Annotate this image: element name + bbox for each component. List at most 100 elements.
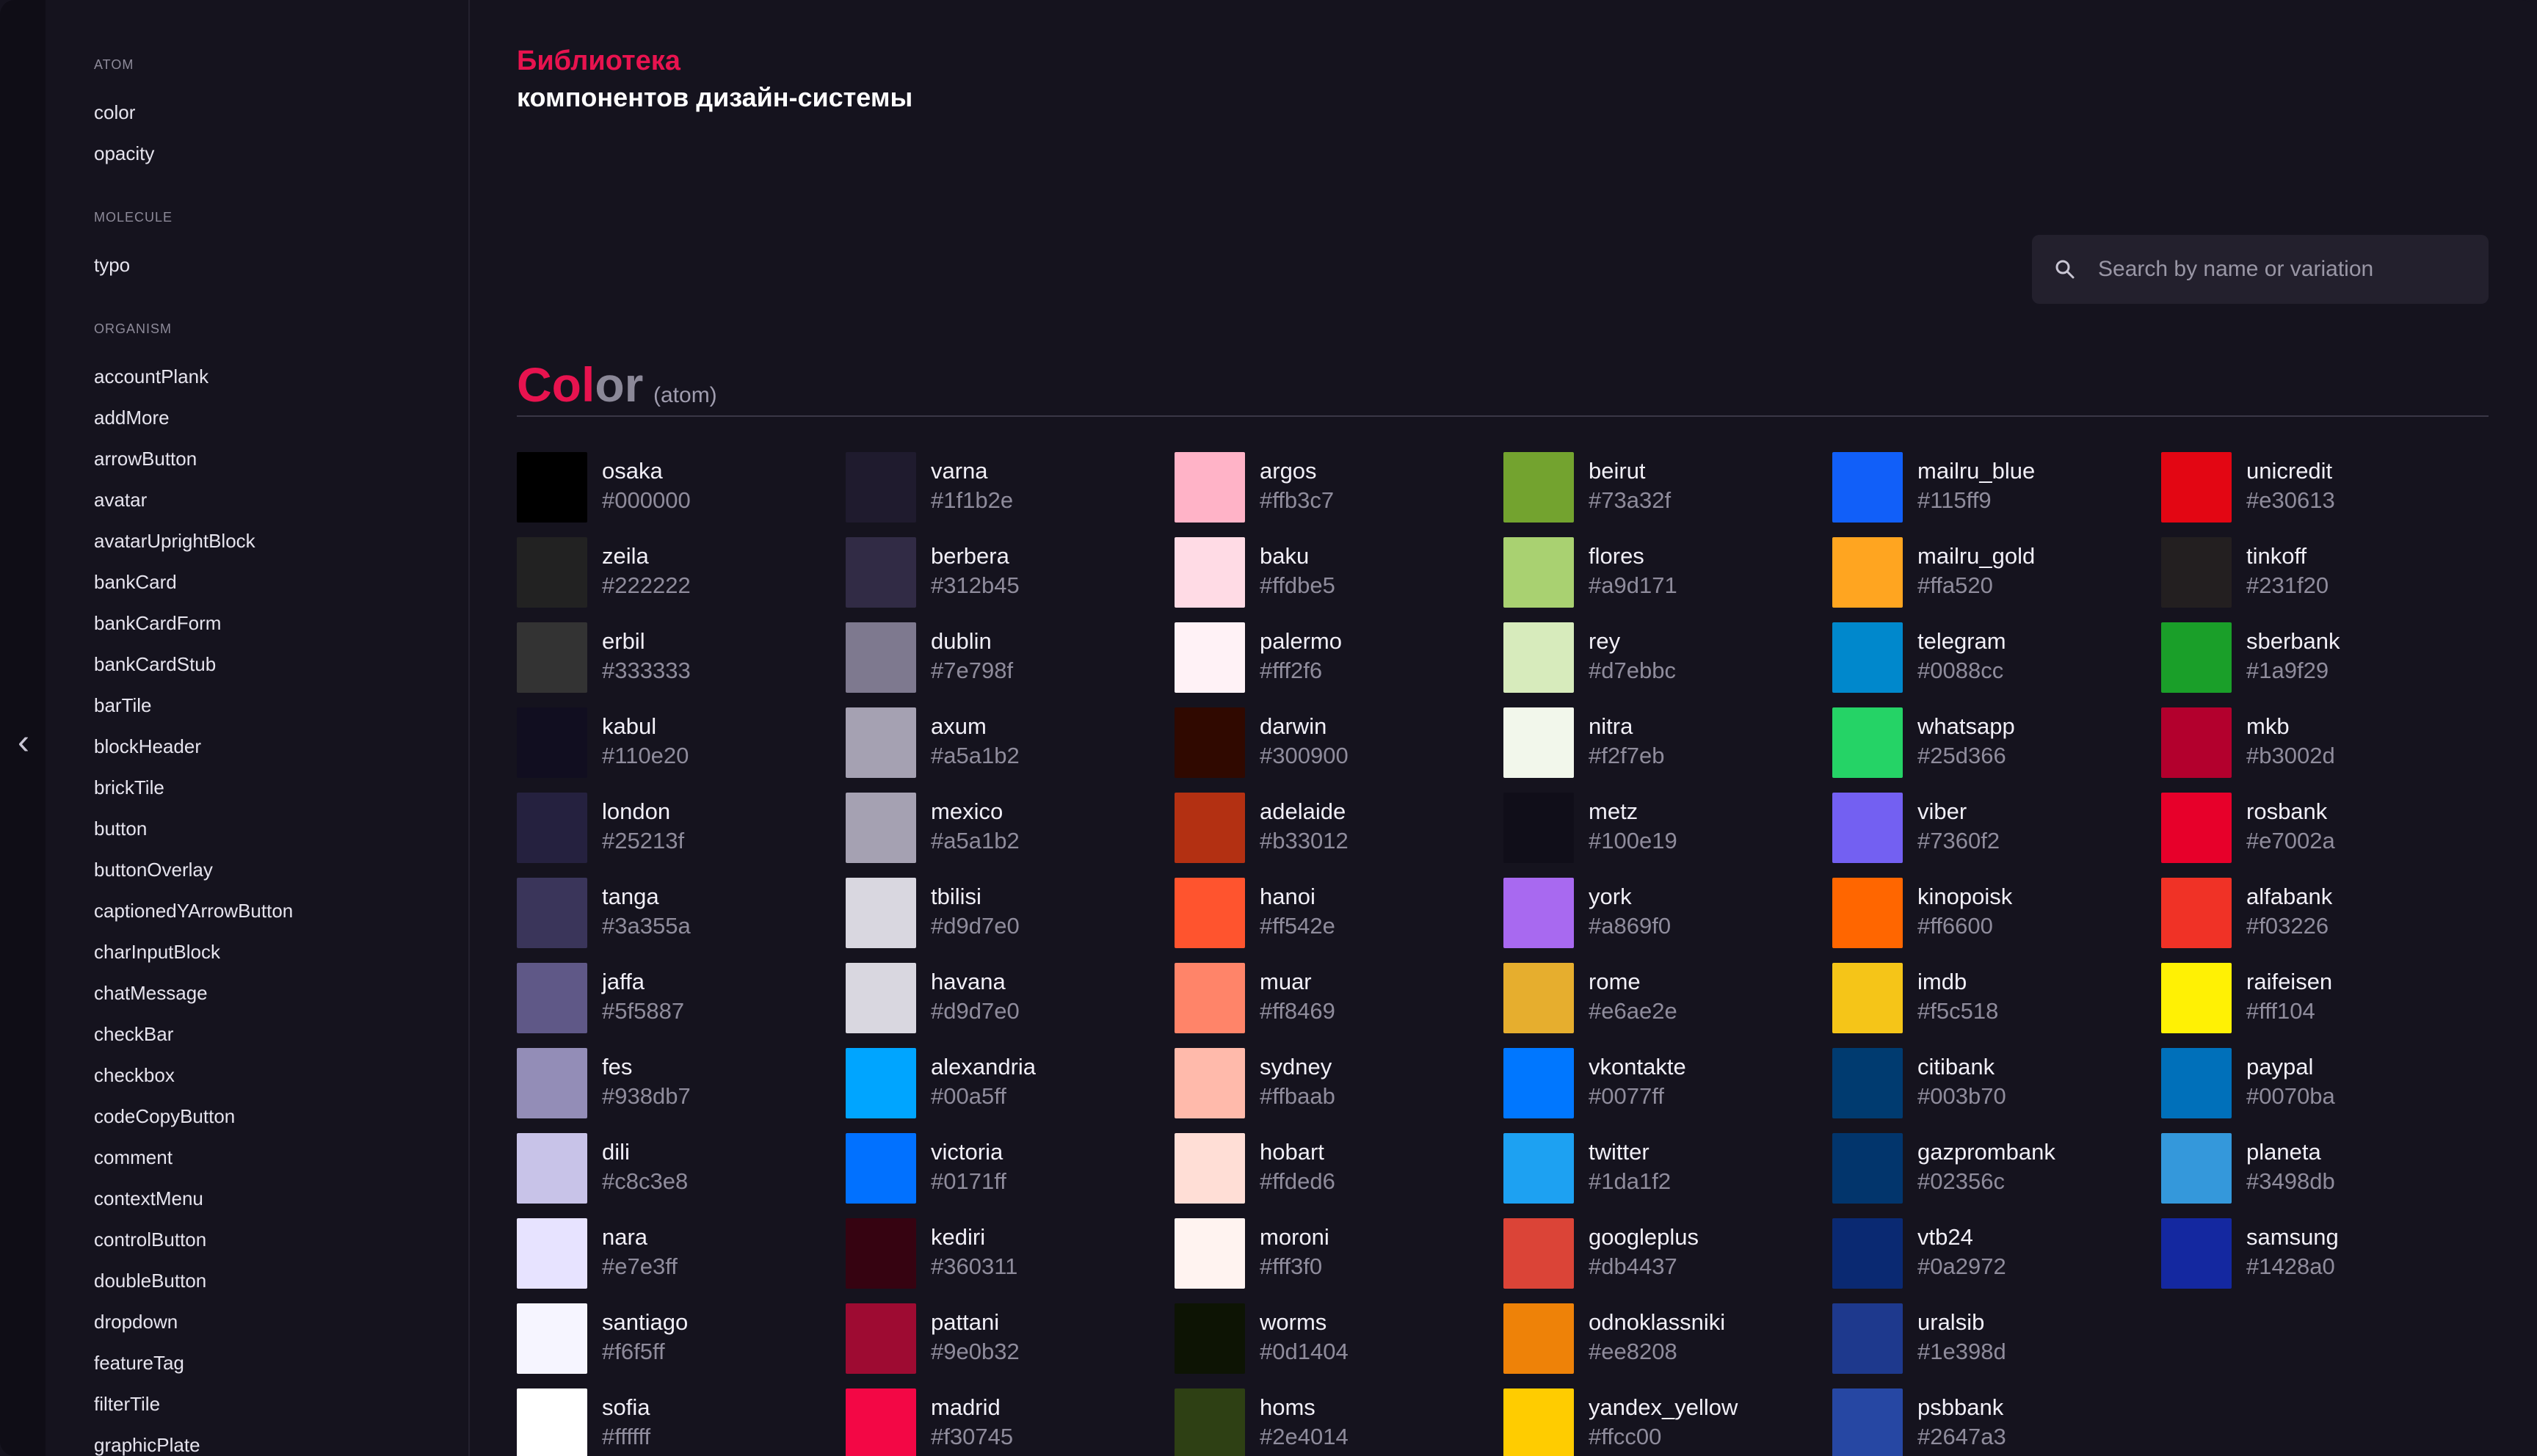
sidebar-item-checkbox[interactable]: checkbox xyxy=(94,1064,175,1087)
color-item-mexico[interactable]: mexico #a5a1b2 xyxy=(846,793,1169,863)
color-item-alfabank[interactable]: alfabank #f03226 xyxy=(2161,878,2484,948)
color-item-viber[interactable]: viber #7360f2 xyxy=(1832,793,2155,863)
color-item-twitter[interactable]: twitter #1da1f2 xyxy=(1503,1133,1826,1204)
color-item-planeta[interactable]: planeta #3498db xyxy=(2161,1133,2484,1204)
sidebar-item-color[interactable]: color xyxy=(94,101,135,124)
color-item-sberbank[interactable]: sberbank #1a9f29 xyxy=(2161,622,2484,693)
color-item-mailru_blue[interactable]: mailru_blue #115ff9 xyxy=(1832,452,2155,523)
color-item-imdb[interactable]: imdb #f5c518 xyxy=(1832,963,2155,1033)
sidebar-item-captionedYArrowButton[interactable]: captionedYArrowButton xyxy=(94,900,293,922)
color-item-argos[interactable]: argos #ffb3c7 xyxy=(1175,452,1498,523)
color-item-homs[interactable]: homs #2e4014 xyxy=(1175,1388,1498,1456)
color-item-psbbank[interactable]: psbbank #2647a3 xyxy=(1832,1388,2155,1456)
sidebar-item-controlButton[interactable]: controlButton xyxy=(94,1228,206,1251)
sidebar-item-checkBar[interactable]: checkBar xyxy=(94,1023,173,1046)
color-item-axum[interactable]: axum #a5a1b2 xyxy=(846,707,1169,778)
color-item-victoria[interactable]: victoria #0171ff xyxy=(846,1133,1169,1204)
color-item-baku[interactable]: baku #ffdbe5 xyxy=(1175,537,1498,608)
color-item-nitra[interactable]: nitra #f2f7eb xyxy=(1503,707,1826,778)
color-item-tbilisi[interactable]: tbilisi #d9d7e0 xyxy=(846,878,1169,948)
color-item-nara[interactable]: nara #e7e3ff xyxy=(517,1218,840,1289)
sidebar-item-barTile[interactable]: barTile xyxy=(94,694,152,717)
color-item-dublin[interactable]: dublin #7e798f xyxy=(846,622,1169,693)
sidebar-item-comment[interactable]: comment xyxy=(94,1146,173,1169)
sidebar-item-filterTile[interactable]: filterTile xyxy=(94,1393,160,1416)
color-item-jaffa[interactable]: jaffa #5f5887 xyxy=(517,963,840,1033)
color-item-mailru_gold[interactable]: mailru_gold #ffa520 xyxy=(1832,537,2155,608)
color-item-flores[interactable]: flores #a9d171 xyxy=(1503,537,1826,608)
color-item-kinopoisk[interactable]: kinopoisk #ff6600 xyxy=(1832,878,2155,948)
color-item-whatsapp[interactable]: whatsapp #25d366 xyxy=(1832,707,2155,778)
color-item-moroni[interactable]: moroni #fff3f0 xyxy=(1175,1218,1498,1289)
color-item-palermo[interactable]: palermo #fff2f6 xyxy=(1175,622,1498,693)
color-item-sydney[interactable]: sydney #ffbaab xyxy=(1175,1048,1498,1118)
color-item-santiago[interactable]: santiago #f6f5ff xyxy=(517,1303,840,1374)
color-item-odnoklassniki[interactable]: odnoklassniki #ee8208 xyxy=(1503,1303,1826,1374)
color-item-varna[interactable]: varna #1f1b2e xyxy=(846,452,1169,523)
color-item-osaka[interactable]: osaka #000000 xyxy=(517,452,840,523)
sidebar-item-arrowButton[interactable]: arrowButton xyxy=(94,448,197,470)
color-item-gazprombank[interactable]: gazprombank #02356c xyxy=(1832,1133,2155,1204)
color-item-darwin[interactable]: darwin #300900 xyxy=(1175,707,1498,778)
color-item-uralsib[interactable]: uralsib #1e398d xyxy=(1832,1303,2155,1374)
search-box[interactable] xyxy=(2032,235,2489,304)
color-item-london[interactable]: london #25213f xyxy=(517,793,840,863)
search-input[interactable] xyxy=(2097,250,2471,289)
color-item-sofia[interactable]: sofia #ffffff xyxy=(517,1388,840,1456)
sidebar-item-graphicPlate[interactable]: graphicPlate xyxy=(94,1434,200,1456)
sidebar-item-avatarUprightBlock[interactable]: avatarUprightBlock xyxy=(94,530,255,553)
color-item-rey[interactable]: rey #d7ebbc xyxy=(1503,622,1826,693)
sidebar-item-bankCardStub[interactable]: bankCardStub xyxy=(94,653,216,676)
color-item-telegram[interactable]: telegram #0088cc xyxy=(1832,622,2155,693)
sidebar-item-bankCard[interactable]: bankCard xyxy=(94,571,177,594)
sidebar-item-dropdown[interactable]: dropdown xyxy=(94,1311,178,1333)
color-item-googleplus[interactable]: googleplus #db4437 xyxy=(1503,1218,1826,1289)
color-item-dili[interactable]: dili #c8c3e8 xyxy=(517,1133,840,1204)
sidebar-item-doubleButton[interactable]: doubleButton xyxy=(94,1270,206,1292)
color-item-kabul[interactable]: kabul #110e20 xyxy=(517,707,840,778)
color-item-vtb24[interactable]: vtb24 #0a2972 xyxy=(1832,1218,2155,1289)
chevron-left-icon[interactable]: ‹ xyxy=(10,725,37,760)
color-item-samsung[interactable]: samsung #1428a0 xyxy=(2161,1218,2484,1289)
color-item-erbil[interactable]: erbil #333333 xyxy=(517,622,840,693)
sidebar-item-contextMenu[interactable]: contextMenu xyxy=(94,1187,203,1210)
color-item-fes[interactable]: fes #938db7 xyxy=(517,1048,840,1118)
sidebar-item-avatar[interactable]: avatar xyxy=(94,489,147,512)
color-item-raifeisen[interactable]: raifeisen #fff104 xyxy=(2161,963,2484,1033)
sidebar-item-blockHeader[interactable]: blockHeader xyxy=(94,735,201,758)
sidebar-item-chatMessage[interactable]: chatMessage xyxy=(94,982,208,1005)
color-item-havana[interactable]: havana #d9d7e0 xyxy=(846,963,1169,1033)
color-item-paypal[interactable]: paypal #0070ba xyxy=(2161,1048,2484,1118)
color-item-citibank[interactable]: citibank #003b70 xyxy=(1832,1048,2155,1118)
sidebar-item-accountPlank[interactable]: accountPlank xyxy=(94,365,208,388)
color-item-worms[interactable]: worms #0d1404 xyxy=(1175,1303,1498,1374)
color-item-yandex_yellow[interactable]: yandex_yellow #ffcc00 xyxy=(1503,1388,1826,1456)
color-item-alexandria[interactable]: alexandria #00a5ff xyxy=(846,1048,1169,1118)
color-item-rosbank[interactable]: rosbank #e7002a xyxy=(2161,793,2484,863)
color-item-tanga[interactable]: tanga #3a355a xyxy=(517,878,840,948)
color-item-muar[interactable]: muar #ff8469 xyxy=(1175,963,1498,1033)
color-item-adelaide[interactable]: adelaide #b33012 xyxy=(1175,793,1498,863)
sidebar-item-featureTag[interactable]: featureTag xyxy=(94,1352,184,1375)
color-item-berbera[interactable]: berbera #312b45 xyxy=(846,537,1169,608)
color-item-york[interactable]: york #a869f0 xyxy=(1503,878,1826,948)
sidebar-item-codeCopyButton[interactable]: codeCopyButton xyxy=(94,1105,235,1128)
sidebar-item-buttonOverlay[interactable]: buttonOverlay xyxy=(94,859,213,881)
sidebar-item-charInputBlock[interactable]: charInputBlock xyxy=(94,941,220,964)
color-item-hanoi[interactable]: hanoi #ff542e xyxy=(1175,878,1498,948)
color-item-rome[interactable]: rome #e6ae2e xyxy=(1503,963,1826,1033)
color-item-metz[interactable]: metz #100e19 xyxy=(1503,793,1826,863)
sidebar-item-typo[interactable]: typo xyxy=(94,254,130,277)
sidebar-item-brickTile[interactable]: brickTile xyxy=(94,776,164,799)
color-item-kediri[interactable]: kediri #360311 xyxy=(846,1218,1169,1289)
color-item-hobart[interactable]: hobart #ffded6 xyxy=(1175,1133,1498,1204)
color-item-zeila[interactable]: zeila #222222 xyxy=(517,537,840,608)
sidebar-item-bankCardForm[interactable]: bankCardForm xyxy=(94,612,221,635)
color-item-mkb[interactable]: mkb #b3002d xyxy=(2161,707,2484,778)
color-item-madrid[interactable]: madrid #f30745 xyxy=(846,1388,1169,1456)
color-item-unicredit[interactable]: unicredit #e30613 xyxy=(2161,452,2484,523)
color-item-tinkoff[interactable]: tinkoff #231f20 xyxy=(2161,537,2484,608)
color-item-beirut[interactable]: beirut #73a32f xyxy=(1503,452,1826,523)
color-item-pattani[interactable]: pattani #9e0b32 xyxy=(846,1303,1169,1374)
sidebar-item-addMore[interactable]: addMore xyxy=(94,407,170,429)
